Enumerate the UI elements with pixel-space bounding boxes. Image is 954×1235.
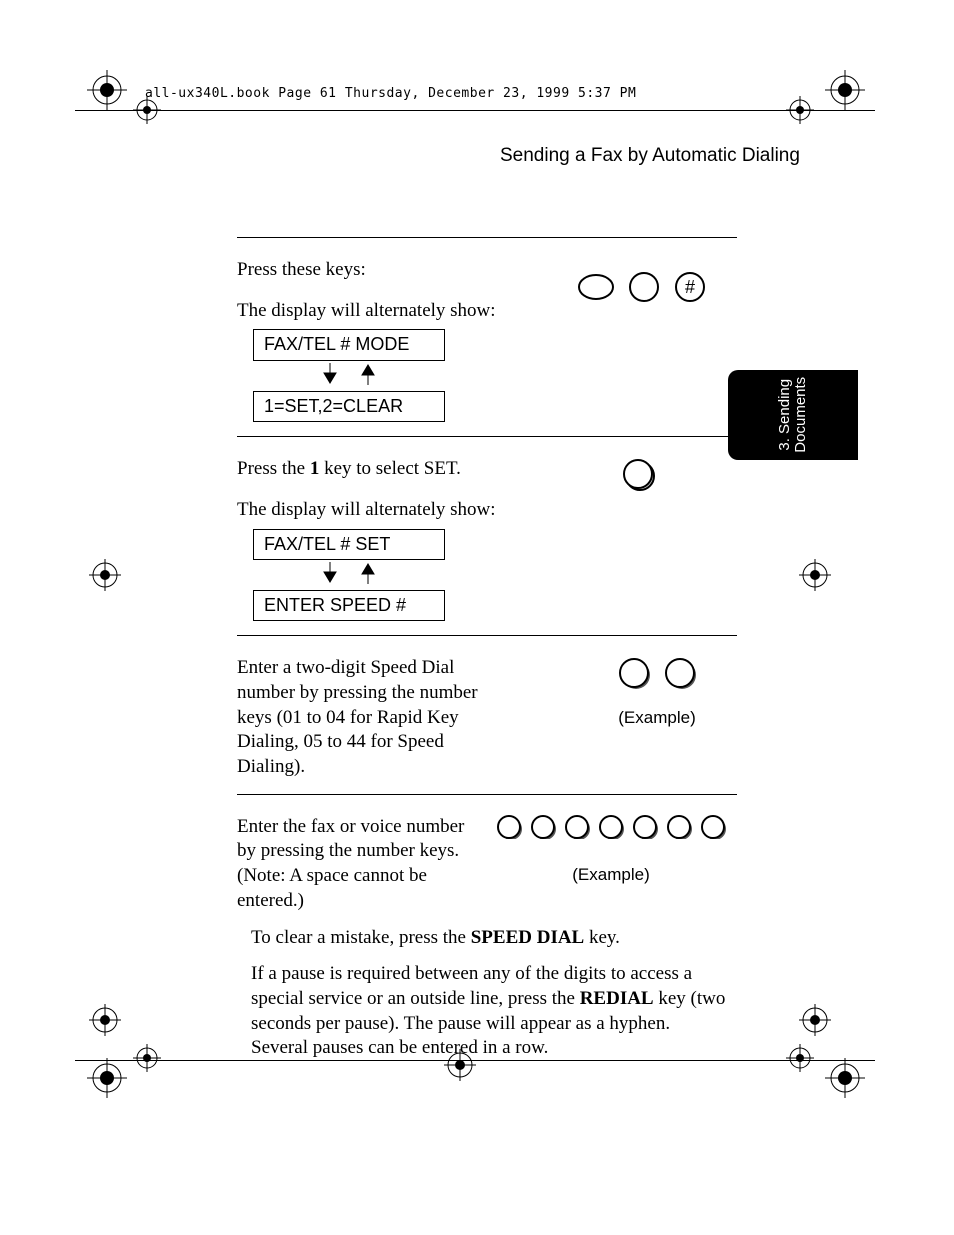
section-title: Sending a Fax by Automatic Dialing [500, 145, 800, 167]
step3-text: Enter a two-digit Speed Dial number by p… [237, 656, 505, 779]
step1-keys: # [577, 270, 707, 304]
content: Press these keys: The display will alter… [237, 237, 737, 1075]
key-round-icon [623, 459, 657, 493]
key-round-icon [527, 815, 559, 839]
step1-display2: 1=SET,2=CLEAR [253, 391, 445, 422]
step1-textblock: Press these keys: The display will alter… [237, 258, 505, 422]
sidebar-tab: 3. SendingDocuments [728, 370, 858, 460]
key-round-icon [663, 815, 695, 839]
step1-text1: Press these keys: [237, 258, 505, 283]
header-text: all-ux340L.book Page 61 Thursday, Decemb… [145, 86, 636, 101]
step2-text1: Press the 1 key to select SET. [237, 457, 505, 482]
key-round-icon [627, 270, 661, 304]
key-oval-icon [577, 273, 615, 301]
step-4: Enter the fax or voice number by pressin… [237, 794, 737, 1075]
regmark-mr [795, 555, 835, 595]
key-hash-icon: # [673, 270, 707, 304]
step1-display1: FAX/TEL # MODE [253, 329, 445, 360]
step-2: Press the 1 key to select SET. The displ… [237, 436, 737, 635]
regmark-bl1 [85, 1000, 125, 1040]
step4-sub2bold: REDIAL [580, 988, 654, 1009]
step4-text1: Enter the fax or voice number by pressin… [237, 815, 485, 864]
key-round-icon [595, 815, 627, 839]
step4-sub1bold: SPEED DIAL [471, 927, 585, 948]
step3-keys: (Example) [617, 656, 697, 728]
step4-textblock: Enter the fax or voice number by pressin… [237, 815, 737, 1061]
arrows-icon [253, 361, 445, 385]
step2-text1b: key to select SET. [319, 458, 461, 479]
step4-sub2: If a pause is required between any of th… [237, 962, 731, 1061]
step-1: Press these keys: The display will alter… [237, 237, 737, 436]
step4-sub1: To clear a mistake, press the SPEED DIAL… [237, 926, 731, 951]
regmark-br2 [780, 1040, 870, 1100]
step4-text2: (Note: A space cannot be entered.) [237, 864, 485, 913]
step3-example: (Example) [617, 708, 697, 728]
page: all-ux340L.book Page 61 Thursday, Decemb… [0, 0, 954, 1235]
step4-sub1a: To clear a mistake, press the [251, 927, 471, 948]
step4-textcol: Enter the fax or voice number by pressin… [237, 815, 485, 914]
step4-keys: (Example) [485, 815, 737, 914]
step2-key: 1 [310, 458, 320, 479]
step1-text2: The display will alternately show: [237, 299, 505, 324]
guide-top [75, 110, 875, 111]
step2-keys [623, 459, 657, 493]
key-round-icon [663, 656, 697, 690]
step4-example: (Example) [485, 865, 737, 885]
step-3: Enter a two-digit Speed Dial number by p… [237, 635, 737, 793]
step4-sub1b: key. [584, 927, 620, 948]
key-round-icon [697, 815, 729, 839]
sidebar-tab-label: 3. SendingDocuments [777, 377, 809, 453]
regmark-tr [780, 68, 870, 128]
arrows-icon [253, 560, 445, 584]
key-round-icon [629, 815, 661, 839]
key-round-icon [561, 815, 593, 839]
step2-display1: FAX/TEL # SET [253, 529, 445, 560]
step2-text1a: Press the [237, 458, 310, 479]
regmark-br1 [795, 1000, 835, 1040]
step2-textblock: Press the 1 key to select SET. The displ… [237, 457, 505, 621]
svg-text:#: # [685, 277, 695, 297]
key-round-icon [493, 815, 525, 839]
regmark-ml [85, 555, 125, 595]
step2-text2: The display will alternately show: [237, 498, 505, 523]
key-round-icon [617, 656, 651, 690]
step2-display2: ENTER SPEED # [253, 590, 445, 621]
regmark-bl2 [85, 1040, 165, 1100]
